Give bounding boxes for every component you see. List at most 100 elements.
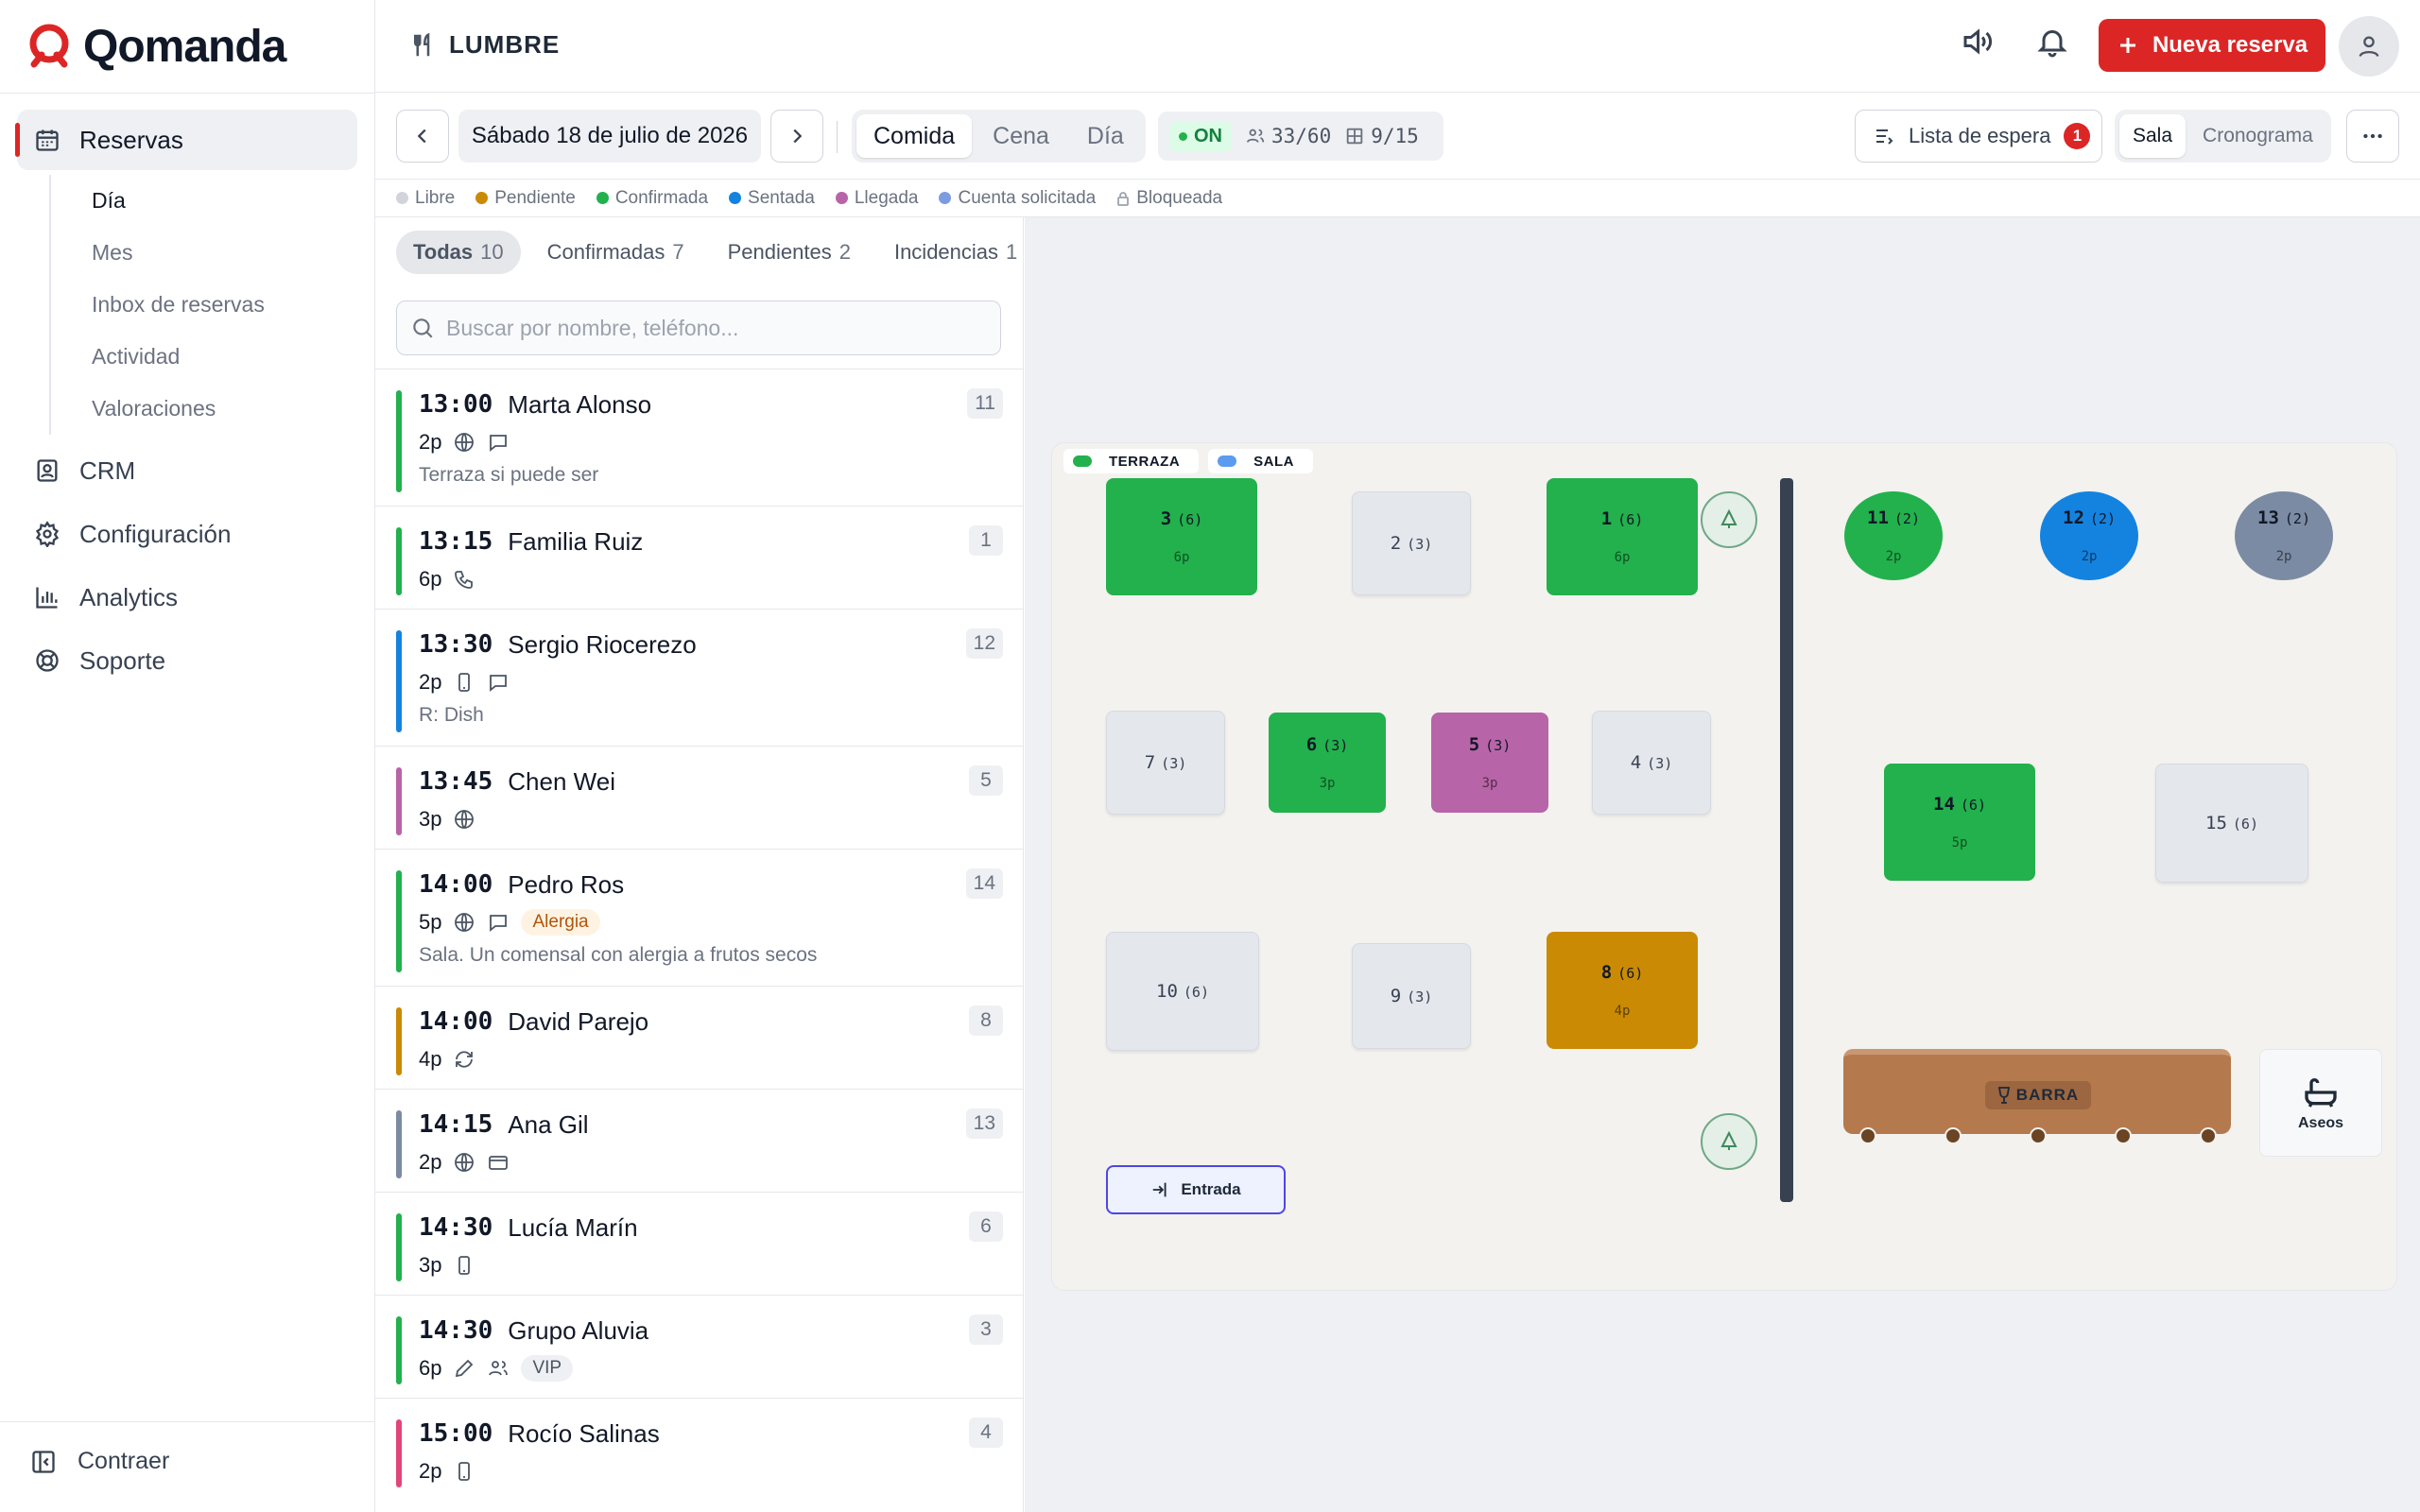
reservation-row[interactable]: 15:00 Rocío Salinas 4 2p <box>375 1398 1023 1501</box>
reservation-time: 15:00 <box>419 1419 493 1448</box>
filter-tab-pendientes[interactable]: Pendientes 2 <box>711 231 868 274</box>
party-size: 3p <box>419 1253 442 1277</box>
table-11[interactable]: 11 (2) 2p <box>1844 491 1943 580</box>
reservation-time: 14:00 <box>419 870 493 899</box>
plus-icon <box>2119 38 2135 53</box>
table-6[interactable]: 6 (3) 3p <box>1269 713 1386 813</box>
party-size: 5p <box>419 910 442 934</box>
sound-button[interactable] <box>1960 25 1994 59</box>
table-14[interactable]: 14 (6) 5p <box>1884 764 2035 881</box>
reservation-row[interactable]: 13:00 Marta Alonso 11 2p Terraza si puede se… <box>375 369 1023 506</box>
table-badge: 6 <box>969 1211 1003 1242</box>
sidebar-item-soporte[interactable]: Soporte <box>17 630 357 691</box>
table-12[interactable]: 12 (2) 2p <box>2040 491 2138 580</box>
subnav-inbox[interactable]: Inbox de reservas <box>51 279 333 331</box>
bar-counter: BARRA <box>1843 1049 2231 1134</box>
reservation-time: 14:30 <box>419 1213 493 1242</box>
tab-cena[interactable]: Cena <box>976 114 1066 158</box>
filter-tab-todas[interactable]: Todas 10 <box>396 231 521 274</box>
reservation-row[interactable]: 14:30 Grupo Aluvia 3 6p VIP <box>375 1295 1023 1398</box>
search-input[interactable]: Buscar por nombre, teléfono... <box>396 301 1001 355</box>
date-picker[interactable]: Sábado 18 de julio de 2026 <box>458 110 761 163</box>
bathtub-icon <box>2305 1078 2337 1108</box>
legend-item: Bloqueada <box>1116 188 1222 209</box>
top-bar: LUMBRE Nueva reserva <box>375 0 2420 93</box>
filter-tab-confirmadas[interactable]: Confirmadas 7 <box>530 231 701 274</box>
legend-label: Pendiente <box>494 187 576 208</box>
table-1[interactable]: 1 (6) 6p <box>1547 478 1698 595</box>
reservation-row[interactable]: 13:45 Chen Wei 5 3p <box>375 746 1023 849</box>
reservation-row[interactable]: 13:15 Familia Ruiz 1 6p <box>375 506 1023 609</box>
legend-dot <box>729 192 742 204</box>
party-size: 2p <box>419 1459 442 1483</box>
app-logo[interactable]: Qomanda <box>25 21 286 73</box>
legend-label: Libre <box>415 187 456 208</box>
sidebar-item-configuracion[interactable]: Configuración <box>17 504 357 564</box>
table-5[interactable]: 5 (3) 3p <box>1431 713 1548 813</box>
table-label: 4 (3) <box>1630 752 1673 773</box>
table-7[interactable]: 7 (3) <box>1106 711 1225 815</box>
sidebar-item-analytics[interactable]: Analytics <box>17 567 357 627</box>
reservation-row[interactable]: 14:30 Lucía Marín 6 3p <box>375 1192 1023 1295</box>
chart-icon <box>36 587 58 609</box>
app-name: Qomanda <box>83 22 286 72</box>
tables-count: 9/15 <box>1371 125 1419 147</box>
reservation-name: Familia Ruiz <box>508 526 644 556</box>
chat-icon <box>490 915 508 932</box>
restroom-label: Aseos <box>2297 1115 2344 1131</box>
reservation-row[interactable]: 14:00 David Parejo 8 4p <box>375 986 1023 1089</box>
tab-dia[interactable]: Día <box>1070 114 1141 158</box>
sidebar-item-crm[interactable]: CRM <box>17 440 357 501</box>
tab-comida[interactable]: Comida <box>856 114 973 158</box>
venue-name: LUMBRE <box>449 30 561 59</box>
more-options-button[interactable] <box>2346 110 2399 163</box>
table-4[interactable]: 4 (3) <box>1592 711 1711 815</box>
notifications-button[interactable] <box>2035 25 2069 59</box>
collapse-sidebar-button[interactable]: Contraer <box>30 1448 169 1475</box>
new-booking-button[interactable]: Nueva reserva <box>2099 19 2325 72</box>
tab-sala[interactable]: Sala <box>2119 114 2187 158</box>
next-day-button[interactable] <box>770 110 823 163</box>
gear-icon <box>35 521 60 547</box>
reservation-time: 14:15 <box>419 1110 493 1139</box>
sidebar-item-reservas[interactable]: Reservas <box>15 110 357 170</box>
reservation-row[interactable]: 13:30 Sergio Riocerezo 12 2p R: Dish <box>375 609 1023 746</box>
table-guests: 2p <box>2081 549 2098 564</box>
online-status-badge[interactable]: ON <box>1169 121 1232 151</box>
table-9[interactable]: 9 (3) <box>1352 943 1471 1049</box>
globe-icon <box>455 1153 475 1172</box>
qomanda-logo-icon <box>29 24 69 67</box>
table-3[interactable]: 3 (6) 6p <box>1106 478 1257 595</box>
wine-glass-icon <box>1997 1087 2010 1104</box>
legend-dot <box>396 192 408 204</box>
table-label: 1 (6) <box>1600 508 1644 529</box>
subnav-actividad[interactable]: Actividad <box>51 331 333 383</box>
status-bar <box>396 1213 402 1281</box>
table-13[interactable]: 13 (2) 2p <box>2235 491 2333 580</box>
subnav-mes[interactable]: Mes <box>51 227 333 279</box>
user-avatar[interactable] <box>2339 16 2399 77</box>
table-15[interactable]: 15 (6) <box>2155 764 2308 883</box>
reservation-time: 13:30 <box>419 630 493 659</box>
table-label: 12 (2) <box>2063 507 2116 528</box>
party-size: 2p <box>419 430 442 454</box>
zone-labels: TERRAZA SALA <box>1063 449 1314 473</box>
table-10[interactable]: 10 (6) <box>1106 932 1259 1051</box>
prev-day-button[interactable] <box>396 110 449 163</box>
plant-icon <box>1701 1113 1757 1170</box>
venue-selector[interactable]: LUMBRE <box>409 30 560 60</box>
subnav-dia[interactable]: Día <box>51 175 333 227</box>
lock-icon <box>1117 191 1130 206</box>
reservation-row[interactable]: 14:15 Ana Gil 13 2p <box>375 1089 1023 1192</box>
reservation-row[interactable]: 14:00 Pedro Ros 14 5p Alergia Sala. Un comens… <box>375 849 1023 986</box>
subnav-valoraciones[interactable]: Valoraciones <box>51 383 333 435</box>
waitlist-button[interactable]: Lista de espera 1 <box>1855 110 2102 163</box>
legend-item: Confirmada <box>596 188 708 209</box>
tab-cronograma[interactable]: Cronograma <box>2189 114 2326 158</box>
table-8[interactable]: 8 (6) 4p <box>1547 932 1698 1049</box>
zone-label: SALA <box>1208 449 1314 473</box>
status-bar <box>396 1419 402 1487</box>
table-2[interactable]: 2 (3) <box>1352 491 1471 595</box>
table-grid-icon <box>1346 128 1363 145</box>
filter-tab-incidencias[interactable]: Incidencias 1 <box>877 231 1023 274</box>
